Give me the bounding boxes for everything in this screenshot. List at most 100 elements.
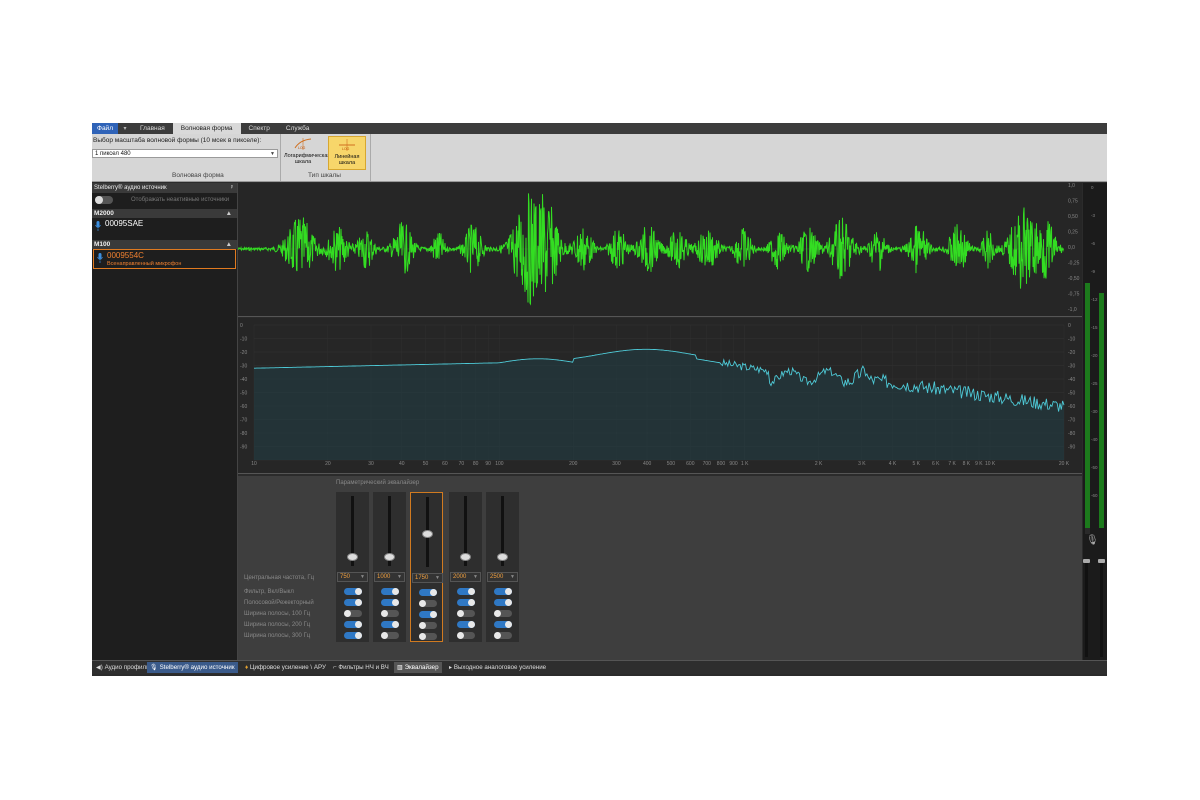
tab-spectrum[interactable]: Спектр xyxy=(241,123,278,134)
eq-toggle-switch[interactable] xyxy=(381,621,399,628)
spectrum-y-label-right: -20 xyxy=(1068,350,1075,356)
eq-toggle-switch[interactable] xyxy=(381,588,399,595)
eq-toggle-switch[interactable] xyxy=(457,610,475,617)
spectrum-y-label: -70 xyxy=(240,418,247,424)
eq-frequency-select[interactable]: 2500 ▼ xyxy=(487,572,518,582)
spectrum-y-label: -30 xyxy=(240,364,247,370)
show-inactive-label: Отображать неактивные источники xyxy=(131,197,230,203)
spectrum-x-label: 80 xyxy=(473,461,479,467)
eq-toggle-switch[interactable] xyxy=(381,632,399,639)
eq-slider-thumb[interactable] xyxy=(422,529,433,538)
eq-toggle-switch[interactable] xyxy=(419,622,437,629)
spectrum-y-label: -60 xyxy=(240,404,247,410)
toggle-knob xyxy=(468,621,475,628)
eq-toggle-switch[interactable] xyxy=(494,599,512,606)
group-name: M2000 xyxy=(94,210,114,217)
eq-slider-thumb[interactable] xyxy=(497,553,508,561)
eq-toggle-switch[interactable] xyxy=(419,600,437,607)
eq-toggle-switch[interactable] xyxy=(419,589,437,596)
eq-frequency-select[interactable]: 2000 ▼ xyxy=(450,572,481,582)
spectrum-x-label: 30 xyxy=(368,461,374,467)
eq-toggle-switch[interactable] xyxy=(457,599,475,606)
tab-waveform[interactable]: Волновая форма xyxy=(172,123,241,134)
log-icon-text: LOG xyxy=(298,146,306,150)
waveform-view[interactable]: 1,0 0,75 0,50 0,25 0,0 -0,25 -0,50 -0,75 -1,0 xyxy=(237,183,1082,317)
eq-toggle-switch[interactable] xyxy=(494,588,512,595)
eq-toggle-switch[interactable] xyxy=(494,632,512,639)
eq-toggle-switch[interactable] xyxy=(344,621,362,628)
group-name: M100 xyxy=(94,241,111,248)
toggle-knob xyxy=(392,621,399,628)
tab-output-gain[interactable]: ▸ Выходное аналоговое усиление xyxy=(446,662,549,673)
show-inactive-row: Отображать неактивные источники xyxy=(92,193,237,207)
toggle-knob xyxy=(468,599,475,606)
eq-toggle-switch[interactable] xyxy=(419,633,437,640)
device-item-selected[interactable]: 0009554C Всенаправленный микрофон xyxy=(93,249,236,269)
eq-slider-thumb[interactable] xyxy=(384,553,395,561)
output-icon: ▸ xyxy=(449,664,453,671)
eq-frequency-select[interactable]: 1000 ▼ xyxy=(374,572,405,582)
spectrum-y-label-right: -50 xyxy=(1068,391,1075,397)
eq-frequency-select[interactable]: 1750 ▼ xyxy=(412,573,443,583)
chevron-down-icon: ▼ xyxy=(473,574,478,580)
toggle-knob xyxy=(95,196,103,204)
tab-audio-profile[interactable]: ◀) Аудио профиль xyxy=(93,662,152,673)
spectrum-view[interactable]: 0 0 -10 -10 -20 -20 -30 -30 -40 -40 -50 -50 -60 -60 -7… xyxy=(238,318,1082,474)
eq-toggle-switch[interactable] xyxy=(344,632,362,639)
group-header-m2000[interactable]: M2000 ▲ xyxy=(92,209,237,218)
pin-icon[interactable]: ᵖ xyxy=(231,183,233,193)
meter-scale-label: -25 xyxy=(1091,381,1098,386)
toggle-knob xyxy=(381,632,388,639)
eq-toggle-switch[interactable] xyxy=(457,588,475,595)
waveform-svg: 1,0 0,75 0,50 0,25 0,0 -0,25 -0,50 -0,75 -1,0 xyxy=(237,183,1080,313)
file-menu[interactable]: Файл xyxy=(92,123,118,134)
show-inactive-toggle[interactable] xyxy=(95,196,113,204)
eq-slider-thumb[interactable] xyxy=(460,553,471,561)
eq-toggle-switch[interactable] xyxy=(381,610,399,617)
eq-toggle-switch[interactable] xyxy=(494,621,512,628)
eq-slider-thumb[interactable] xyxy=(347,553,358,561)
toggle-knob xyxy=(419,600,426,607)
spectrum-x-label: 5 K xyxy=(913,461,921,467)
eq-frequency-value: 2500 xyxy=(490,574,504,580)
tab-digital-gain[interactable]: ♦ Цифровое усиление \ АРУ xyxy=(242,662,329,673)
equalizer-icon: ▥ xyxy=(397,664,403,671)
spectrum-y-label: -80 xyxy=(240,431,247,437)
device-item[interactable]: 00095SAE xyxy=(92,218,237,236)
spectrum-y-label-right: 0 xyxy=(1068,323,1071,329)
toggle-knob xyxy=(355,632,362,639)
toggle-knob xyxy=(505,621,512,628)
eq-toggle-switch[interactable] xyxy=(344,599,362,606)
tab-output-gain-label: Выходное аналоговое усиление xyxy=(453,664,547,671)
eq-toggle-switch[interactable] xyxy=(494,610,512,617)
tab-home[interactable]: Главная xyxy=(132,123,173,134)
meter-scale-label: 0 xyxy=(1091,185,1094,190)
meter-scale-label: -3 xyxy=(1091,213,1095,218)
waveform-scale-label: -0,50 xyxy=(1068,276,1080,282)
eq-toggle-switch[interactable] xyxy=(457,632,475,639)
spectrum-x-label: 600 xyxy=(686,461,695,467)
quick-access-dropdown-icon[interactable]: ▾ xyxy=(118,123,132,134)
spectrum-x-label: 900 xyxy=(729,461,738,467)
tab-service[interactable]: Служба xyxy=(278,123,317,134)
eq-toggle-switch[interactable] xyxy=(344,588,362,595)
eq-toggle-switch[interactable] xyxy=(344,610,362,617)
eq-band: 750 ▼ xyxy=(336,492,369,642)
tab-equalizer[interactable]: ▥ Эквалайзер xyxy=(394,662,442,673)
eq-frequency-select[interactable]: 750 ▼ xyxy=(337,572,368,582)
zoom-label: Выбор масштаба волновой формы (10 мсек в… xyxy=(93,137,262,144)
linear-scale-icon: LOG xyxy=(339,139,355,151)
tab-lpf-hpf[interactable]: ⌐ Фильтры НЧ и ВЧ xyxy=(330,662,392,673)
eq-toggle-switch[interactable] xyxy=(419,611,437,618)
eq-toggle-switch[interactable] xyxy=(381,599,399,606)
spectrum-y-label-right: -70 xyxy=(1068,418,1075,424)
linear-scale-button[interactable]: LOG Линейная шкала xyxy=(328,136,366,170)
toggle-knob xyxy=(355,588,362,595)
log-scale-button[interactable]: LOG Логарифмическая шкала xyxy=(284,136,330,170)
zoom-select[interactable]: 1 пиксел 480 ▼ xyxy=(92,149,278,158)
tab-audio-source[interactable]: 🎙 Stelberry® аудио источник xyxy=(147,662,238,673)
group-header-m100[interactable]: M100 ▲ xyxy=(92,240,237,249)
eq-toggle-switch[interactable] xyxy=(457,621,475,628)
spectrum-x-label: 20 xyxy=(325,461,331,467)
chevron-down-icon: ▼ xyxy=(435,575,440,581)
